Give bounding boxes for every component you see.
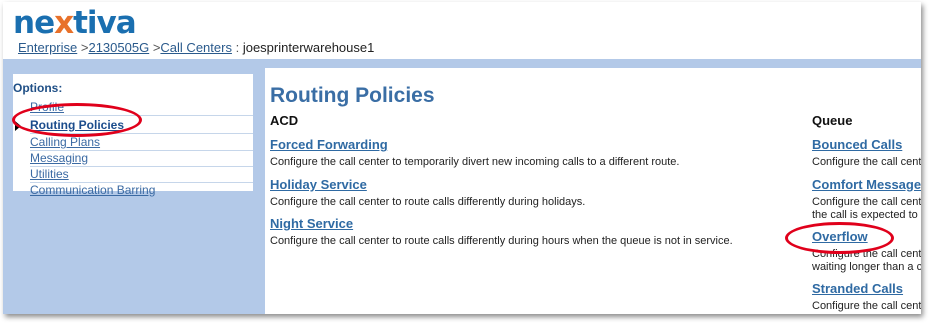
breadcrumb-enterprise-link[interactable]: Enterprise (18, 40, 77, 55)
bounced-calls-description: Configure the call cente (812, 156, 921, 168)
top-divider-bar (3, 59, 921, 68)
night-service-description: Configure the call center to route calls… (270, 235, 733, 247)
page-title: Routing Policies (270, 84, 435, 107)
sidebar-item-profile[interactable]: Profile (30, 100, 253, 116)
overflow-description: Configure the call cente (812, 248, 921, 260)
breadcrumb: Enterprise >2130505G >Call Centers : joe… (18, 40, 374, 55)
comfort-message-description: Configure the call cente (812, 196, 921, 208)
overflow-link[interactable]: Overflow (812, 229, 868, 244)
overflow-description-line2: waiting longer than a c (812, 261, 921, 273)
sidebar: Options: Profile Routing Policies Callin… (3, 68, 255, 314)
current-item-arrow-icon (15, 121, 21, 131)
options-panel: Options: Profile Routing Policies Callin… (13, 74, 253, 197)
app-window: nextiva Enterprise >2130505G >Call Cente… (3, 2, 921, 314)
sidebar-item-communication-barring[interactable]: Communication Barring (30, 183, 253, 198)
breadcrumb-current: joesprinterwarehouse1 (242, 40, 375, 55)
night-service-link[interactable]: Night Service (270, 216, 353, 231)
main-content: Routing Policies ACD Forced Forwarding C… (265, 68, 921, 314)
stranded-calls-link[interactable]: Stranded Calls (812, 281, 903, 296)
logo-text-start: ne (13, 5, 55, 41)
queue-column-heading: Queue (812, 113, 853, 128)
holiday-service-link[interactable]: Holiday Service (270, 177, 367, 192)
content-divider (255, 68, 265, 314)
breadcrumb-group-link[interactable]: 2130505G (88, 40, 149, 55)
breadcrumb-separator: : (235, 40, 240, 55)
sidebar-item-messaging[interactable]: Messaging (30, 151, 253, 167)
logo-text-x: x (54, 5, 74, 41)
forced-forwarding-link[interactable]: Forced Forwarding (270, 137, 388, 152)
forced-forwarding-description: Configure the call center to temporarily… (270, 156, 680, 168)
breadcrumb-call-centers-link[interactable]: Call Centers (160, 40, 232, 55)
bounced-calls-link[interactable]: Bounced Calls (812, 137, 902, 152)
acd-column-heading: ACD (270, 113, 299, 128)
holiday-service-description: Configure the call center to route calls… (270, 196, 586, 208)
stranded-calls-description: Configure the call cente (812, 300, 921, 312)
options-title: Options: (13, 81, 63, 95)
comfort-message-link[interactable]: Comfort Message (812, 177, 921, 192)
logo-text-end: tiva (73, 5, 137, 41)
comfort-message-description-line2: the call is expected to b (812, 209, 921, 221)
sidebar-item-routing-policies[interactable]: Routing Policies (30, 118, 253, 134)
sidebar-item-utilities[interactable]: Utilities (30, 167, 253, 183)
nextiva-logo: nextiva (13, 5, 137, 41)
sidebar-item-calling-plans[interactable]: Calling Plans (30, 135, 253, 151)
